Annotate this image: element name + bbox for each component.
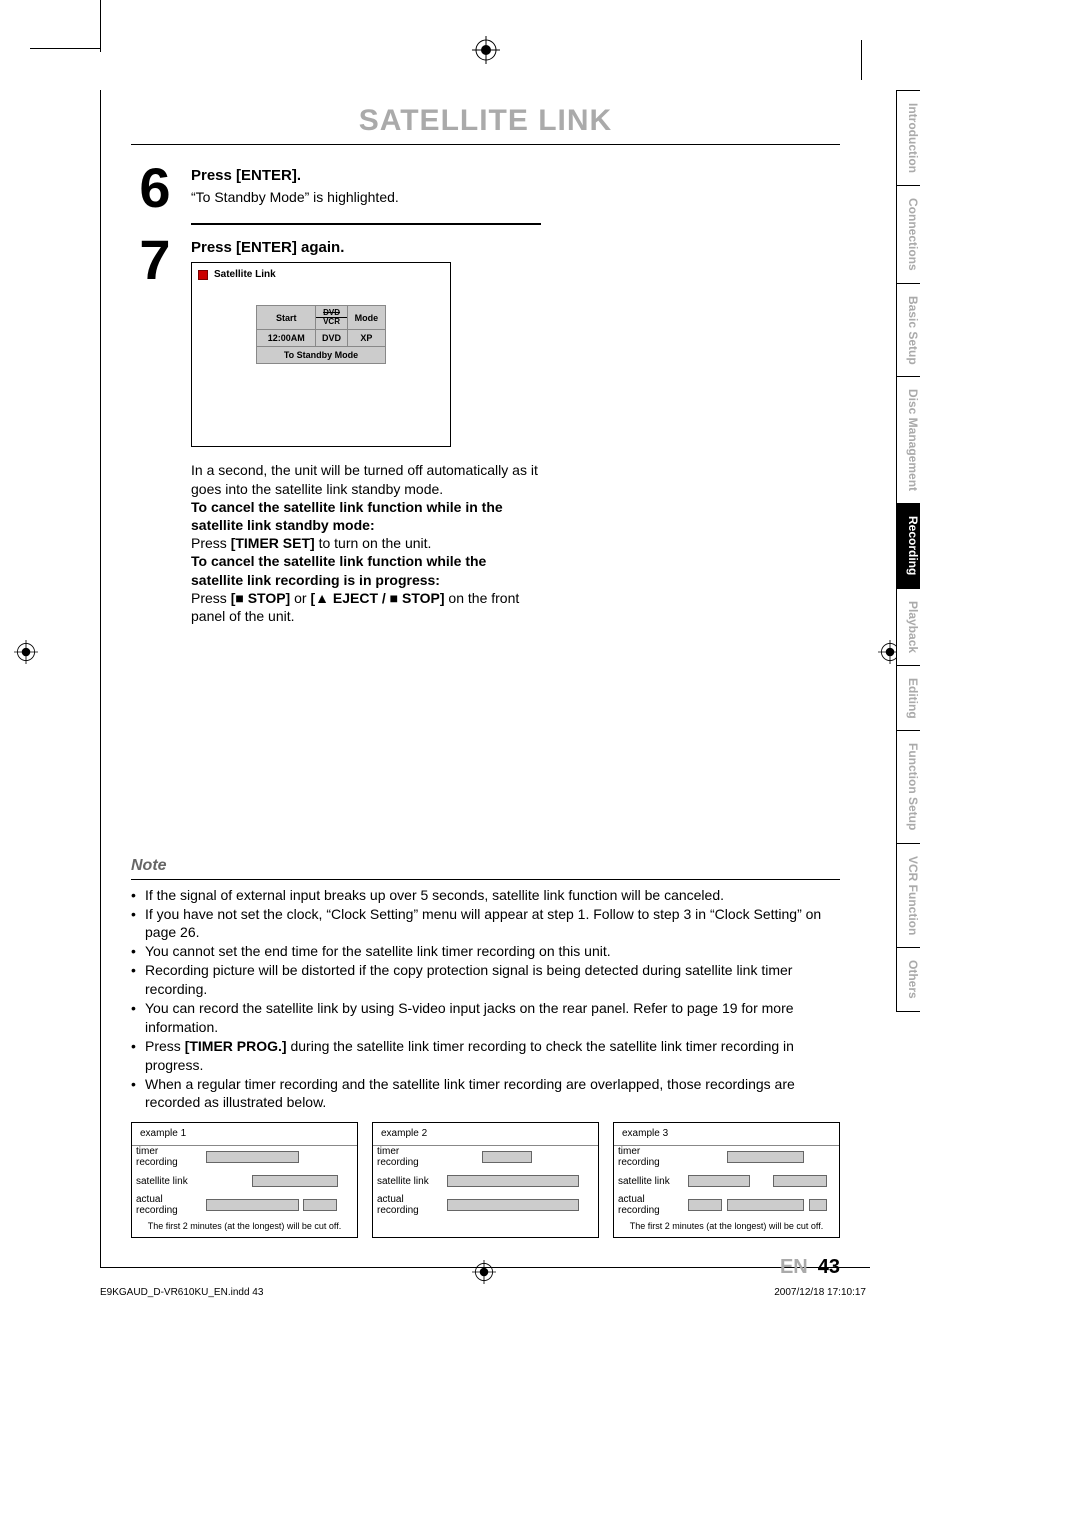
diagram-footer: The first 2 minutes (at the longest) wil… [132,1218,357,1237]
section-tab[interactable]: Recording [896,504,920,588]
osd-standby-row: To Standby Mode [257,347,386,364]
page-content: SATELLITE LINK 6 Press [ENTER]. “To Stan… [100,90,870,1268]
step-heading: Press [ENTER] again. [191,239,541,256]
step-7: 7 Press [ENTER] again. Satellite Link St… [131,235,541,625]
step-text: Press [■ STOP] or [▲ EJECT / ■ STOP] on … [191,589,541,625]
step-subheading: To cancel the satellite link function wh… [191,499,503,533]
section-tab[interactable]: Function Setup [896,731,920,843]
diagram-footer: The first 2 minutes (at the longest) wil… [614,1218,839,1237]
section-tab[interactable]: Connections [896,186,920,284]
diagram-example-3: example 3 timer recording satellite link… [613,1122,840,1238]
source-file-label: E9KGAUD_D-VR610KU_EN.indd 43 [100,1287,263,1298]
osd-col-header: Start [257,306,316,330]
diagram-title: example 1 [132,1123,357,1146]
osd-cell: DVD [316,330,347,347]
step-text: Press [TIMER SET] to turn on the unit. [191,534,541,552]
note-item: •You cannot set the end time for the sat… [131,942,840,961]
note-item: •If you have not set the clock, “Clock S… [131,905,840,943]
section-tab[interactable]: VCR Function [896,844,920,948]
note-item: •Recording picture will be distorted if … [131,961,840,999]
osd-icon [198,270,208,280]
step-heading: Press [ENTER]. [191,167,541,184]
note-item: •Press [TIMER PROG.] during the satellit… [131,1037,840,1075]
crop-mark [861,40,862,80]
section-tab[interactable]: Disc Management [896,377,920,504]
osd-title: Satellite Link [214,269,276,280]
step-text: In a second, the unit will be turned off… [191,461,541,497]
diagram-example-1: example 1 timer recording satellite link… [131,1122,358,1238]
section-tab[interactable]: Introduction [896,90,920,186]
note-item: •When a regular timer recording and the … [131,1075,840,1113]
source-timestamp: 2007/12/18 17:10:17 [774,1287,866,1298]
diagram-title: example 3 [614,1123,839,1146]
section-tab[interactable]: Others [896,948,920,1012]
note-divider [131,879,840,880]
note-item: •If the signal of external input breaks … [131,886,840,905]
step-number: 6 [131,163,179,213]
diagram-title: example 2 [373,1123,598,1146]
osd-col-header: DVDVCR [316,306,347,330]
step-subheading: To cancel the satellite link function wh… [191,553,486,587]
osd-cell: 12:00AM [257,330,316,347]
section-tab[interactable]: Editing [896,666,920,732]
crop-mark [30,48,100,49]
diagram-example-2: example 2 timer recording satellite link… [372,1122,599,1238]
diagram-footer [373,1218,598,1225]
timing-diagrams: example 1 timer recording satellite link… [131,1122,840,1238]
registration-mark-icon [472,36,500,64]
section-tab[interactable]: Basic Setup [896,284,920,378]
osd-col-header: Mode [347,306,385,330]
osd-cell: XP [347,330,385,347]
step-number: 7 [131,235,179,285]
title-divider [131,144,840,145]
registration-mark-icon [14,640,38,664]
osd-screen: Satellite Link Start DVDVCR Mode 12:00AM [191,262,451,447]
note-item: •You can record the satellite link by us… [131,999,840,1037]
note-heading: Note [131,855,840,877]
page-title: SATELLITE LINK [101,104,870,138]
crop-mark [100,0,101,52]
page-number: EN43 [101,1256,840,1279]
step-text: “To Standby Mode” is highlighted. [191,188,541,206]
step-divider [191,223,541,225]
section-tab[interactable]: Playback [896,589,920,666]
step-6: 6 Press [ENTER]. “To Standby Mode” is hi… [131,163,541,213]
section-tabs: IntroductionConnectionsBasic SetupDisc M… [896,90,920,1012]
